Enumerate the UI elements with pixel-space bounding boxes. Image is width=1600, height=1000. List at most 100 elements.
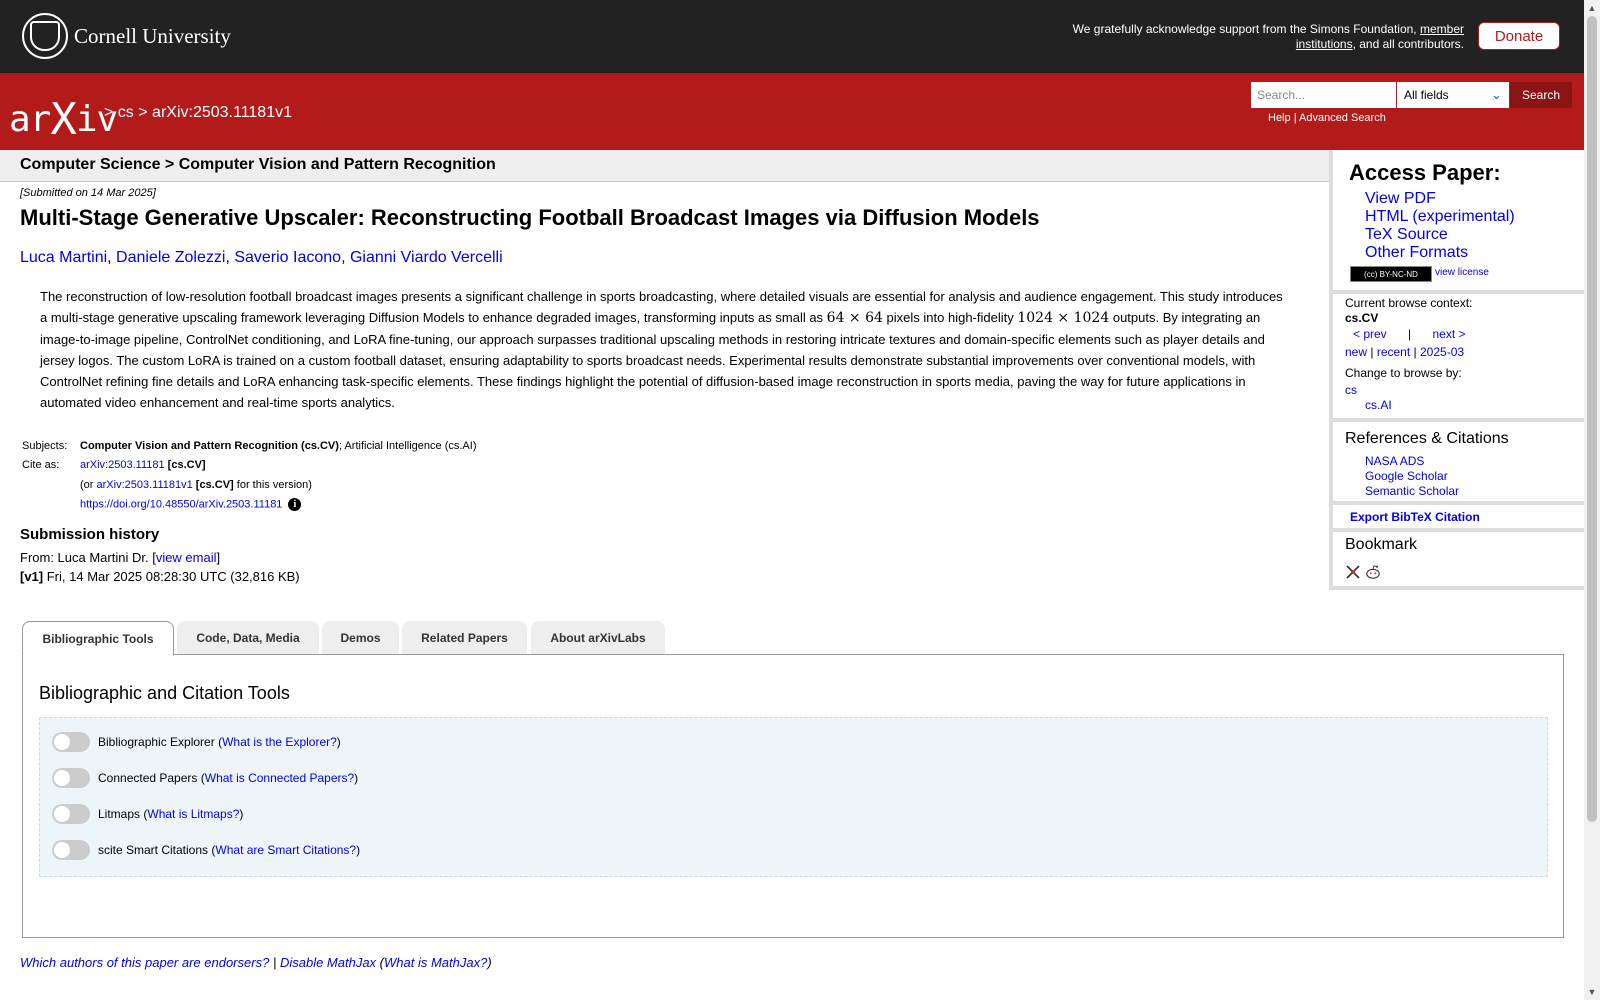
- tool-help-link[interactable]: What are Smart Citations?: [215, 843, 356, 857]
- export-box: Export BibTeX Citation: [1329, 505, 1584, 532]
- help-link[interactable]: Help: [1268, 112, 1291, 124]
- page-scrollbar[interactable]: ▲ ▼: [1584, 0, 1600, 1000]
- tab-related-papers[interactable]: Related Papers: [402, 621, 527, 654]
- prev-link[interactable]: < prev: [1353, 327, 1387, 341]
- author-list: Luca Martini, Daniele Zolezzi, Saverio I…: [20, 249, 503, 266]
- doi-link[interactable]: https://doi.org/10.48550/arXiv.2503.1118…: [80, 498, 282, 510]
- chevron-down-icon: ⌄: [1491, 87, 1502, 102]
- toggle-switch[interactable]: [52, 804, 90, 824]
- bibsonomy-icon[interactable]: [1345, 564, 1361, 580]
- category-path: Computer Science > Computer Vision and P…: [20, 156, 496, 173]
- author-link[interactable]: Saverio Iacono: [234, 249, 341, 266]
- other-formats-link[interactable]: Other Formats: [1365, 244, 1468, 261]
- view-license-link[interactable]: view license: [1435, 267, 1489, 278]
- html-experimental-link[interactable]: HTML (experimental): [1365, 208, 1515, 225]
- cornell-seal-icon[interactable]: [22, 13, 68, 59]
- breadcrumb-cs[interactable]: cs: [118, 104, 134, 121]
- cc-license-badge[interactable]: (cc) BY-NC-ND: [1350, 266, 1432, 282]
- tool-scite: scite Smart Citations (What are Smart Ci…: [52, 840, 360, 860]
- cite-row: Cite as: arXiv:2503.11181 [cs.CV]: [20, 456, 477, 476]
- new-link[interactable]: new: [1345, 345, 1367, 359]
- browse-context-box: Current browse context: cs.CV < prev | n…: [1329, 294, 1584, 422]
- tab-code-data-media[interactable]: Code, Data, Media: [177, 621, 319, 654]
- next-link[interactable]: next >: [1433, 327, 1466, 341]
- cite-label: Cite as:: [22, 459, 60, 472]
- browse-cs-link[interactable]: cs: [1345, 383, 1357, 397]
- tex-source-link[interactable]: TeX Source: [1365, 226, 1448, 243]
- nasa-ads-link[interactable]: NASA ADS: [1365, 454, 1424, 468]
- cornell-university-name[interactable]: Cornell University: [74, 24, 231, 49]
- info-icon[interactable]: i: [288, 497, 302, 511]
- tab-panel: Bibliographic and Citation Tools Bibliog…: [22, 654, 1564, 938]
- tab-demos[interactable]: Demos: [322, 621, 399, 654]
- cite-version-value: (or arXiv:2503.11181v1 [cs.CV] for this …: [80, 478, 312, 491]
- endorsers-link[interactable]: Which authors of this paper are endorser…: [20, 955, 269, 970]
- tool-help-link[interactable]: What is the Explorer?: [222, 735, 337, 749]
- cite-v1-category: [cs.CV]: [195, 478, 234, 491]
- doi-row: https://doi.org/10.48550/arXiv.2503.1118…: [20, 495, 477, 515]
- cite-version-row: (or arXiv:2503.11181v1 [cs.CV] for this …: [20, 475, 477, 495]
- primary-subject: Computer Vision and Pattern Recognition …: [80, 439, 339, 452]
- subjects-row: Subjects: Computer Vision and Pattern Re…: [20, 436, 477, 456]
- view-pdf-link[interactable]: View PDF: [1365, 190, 1436, 207]
- search-field-value: All fields: [1404, 88, 1449, 102]
- browse-list-links: new | recent | 2025-03: [1345, 345, 1465, 359]
- advanced-search-link[interactable]: Advanced Search: [1299, 112, 1386, 124]
- prev-next: < prev | next >: [1353, 327, 1466, 341]
- tool-help-link[interactable]: What is Litmaps?: [147, 807, 239, 821]
- author-link[interactable]: Daniele Zolezzi: [116, 249, 225, 266]
- scroll-down-icon[interactable]: ▼: [1584, 984, 1600, 1000]
- donate-button[interactable]: Donate: [1478, 22, 1560, 50]
- paper-title: Multi-Stage Generative Upscaler: Reconst…: [20, 205, 1040, 230]
- subjects-value: Computer Vision and Pattern Recognition …: [80, 440, 477, 452]
- search-input[interactable]: Search...: [1251, 82, 1396, 108]
- category-header: Computer Science > Computer Vision and P…: [0, 150, 1329, 182]
- breadcrumb-sep: >: [104, 104, 114, 121]
- browse-cs-ai-link[interactable]: cs.AI: [1365, 398, 1392, 412]
- toggle-switch[interactable]: [52, 732, 90, 752]
- recent-link[interactable]: recent: [1377, 345, 1410, 359]
- toggle-switch[interactable]: [52, 768, 90, 788]
- view-email-link[interactable]: view email: [156, 550, 217, 565]
- pipe-separator: |: [272, 955, 277, 970]
- search-field-select[interactable]: All fields ⌄: [1397, 82, 1509, 108]
- cite-v1-link[interactable]: arXiv:2503.11181v1: [97, 479, 193, 491]
- references-box: References & Citations NASA ADS Google S…: [1329, 422, 1584, 505]
- support-prefix: We gratefully acknowledge support from t…: [1072, 22, 1417, 36]
- cite-value: arXiv:2503.11181 [cs.CV]: [80, 459, 206, 471]
- reddit-icon[interactable]: [1365, 564, 1381, 580]
- abstract-text: pixels into high-fidelity: [882, 310, 1018, 325]
- search-links: Help | Advanced Search: [1268, 112, 1386, 124]
- export-bibtex-link[interactable]: Export BibTeX Citation: [1350, 510, 1480, 524]
- browse-context-label: Current browse context:: [1345, 296, 1473, 310]
- cite-id-link[interactable]: arXiv:2503.11181: [80, 459, 165, 471]
- arxiv-logo[interactable]: arXiv: [9, 91, 118, 145]
- tool-name: Bibliographic Explorer: [98, 735, 215, 749]
- semantic-scholar-link[interactable]: Semantic Scholar: [1365, 484, 1459, 498]
- scroll-thumb[interactable]: [1587, 16, 1597, 822]
- bookmark-title: Bookmark: [1345, 536, 1418, 553]
- tool-connected-papers: Connected Papers (What is Connected Pape…: [52, 768, 358, 788]
- cornell-bar: Cornell University We gratefully acknowl…: [0, 0, 1584, 73]
- tool-name: Connected Papers: [98, 771, 198, 785]
- tool-name: scite Smart Citations: [98, 843, 209, 857]
- submitted-date: [Submitted on 14 Mar 2025]: [20, 187, 156, 199]
- tab-bibliographic-tools[interactable]: Bibliographic Tools: [22, 621, 174, 656]
- google-scholar-link[interactable]: Google Scholar: [1365, 469, 1448, 483]
- bookmark-box: Bookmark: [1329, 532, 1584, 590]
- metadata-table: Subjects: Computer Vision and Pattern Re…: [20, 436, 477, 514]
- secondary-subject: ; Artificial Intelligence (cs.AI): [338, 439, 477, 452]
- scroll-up-icon[interactable]: ▲: [1584, 0, 1600, 16]
- disable-mathjax-link[interactable]: Disable MathJax: [280, 955, 376, 970]
- access-paper-title: Access Paper:: [1349, 160, 1501, 185]
- tab-about-arxivlabs[interactable]: About arXivLabs: [531, 621, 665, 654]
- page: Cornell University We gratefully acknowl…: [0, 0, 1584, 1000]
- search-button[interactable]: Search: [1510, 82, 1572, 108]
- author-link[interactable]: Gianni Viardo Vercelli: [350, 249, 503, 266]
- toggle-switch[interactable]: [52, 840, 90, 860]
- tool-help-link[interactable]: What is Connected Papers?: [205, 771, 354, 785]
- author-link[interactable]: Luca Martini: [20, 249, 107, 266]
- month-link[interactable]: 2025-03: [1420, 345, 1464, 359]
- tool-litmaps: Litmaps (What is Litmaps?): [52, 804, 243, 824]
- what-is-mathjax-link[interactable]: What is MathJax?: [384, 955, 487, 970]
